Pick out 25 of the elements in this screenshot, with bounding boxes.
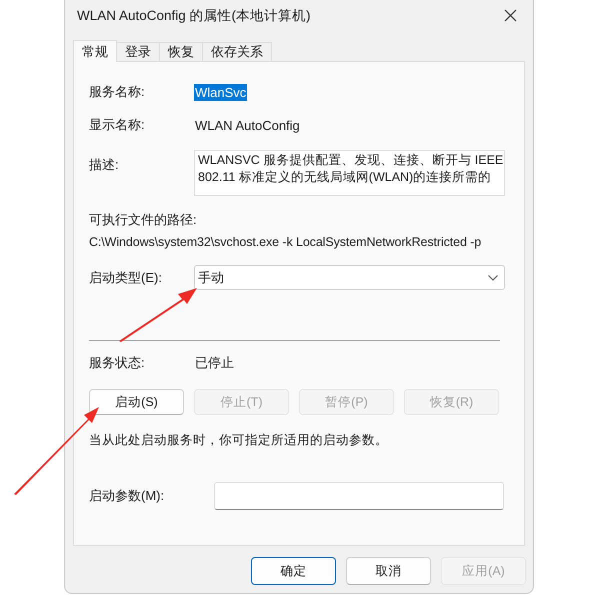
description-box[interactable]: WLANSVC 服务提供配置、发现、连接、断开与 IEEE 802.11 标准定义的无线局域网(WLAN)的连接所需的: [194, 150, 505, 196]
service-name-value: WlanSvc: [194, 84, 248, 100]
window-title: WLAN AutoConfig 的属性(本地计算机): [77, 6, 311, 24]
start-parameters-field[interactable]: [214, 482, 504, 510]
field-label: 服务状态:: [89, 354, 146, 372]
hint-text: 当从此处启动服务时，你可指定所适用的启动参数。: [89, 432, 389, 449]
startup-type-dropdown[interactable]: 手动: [194, 265, 505, 290]
field-label: 描述:: [89, 156, 120, 174]
tab[interactable]: 依存关系: [202, 42, 272, 62]
field-label: 显示名称:: [89, 116, 146, 134]
close-icon: [504, 9, 516, 22]
chevron-down-icon: [488, 274, 498, 280]
service-status-value: 已停止: [194, 354, 235, 372]
field-label: 启动类型(E):: [89, 268, 163, 286]
tab[interactable]: 常规: [73, 40, 117, 62]
field-label: 可执行文件的路径:: [89, 211, 198, 229]
description-line: WLANSVC 服务提供配置、发现、连接、断开与 IEEE: [198, 152, 504, 169]
service-control-button[interactable]: 启动(S): [89, 389, 184, 415]
executable-path: C:\Windows\system32\svchost.exe -k LocalSystemNetworkRestricted -p: [89, 235, 482, 249]
dialog-button[interactable]: 确定: [251, 557, 336, 585]
field-label: 启动参数(M):: [89, 487, 166, 505]
display-name-value: WLAN AutoConfig: [194, 116, 301, 134]
description-line: 802.11 标准定义的无线局域网(WLAN)的连接所需的: [198, 169, 492, 186]
field-label: 服务名称:: [89, 83, 146, 101]
dialog-button[interactable]: 取消: [346, 557, 431, 585]
